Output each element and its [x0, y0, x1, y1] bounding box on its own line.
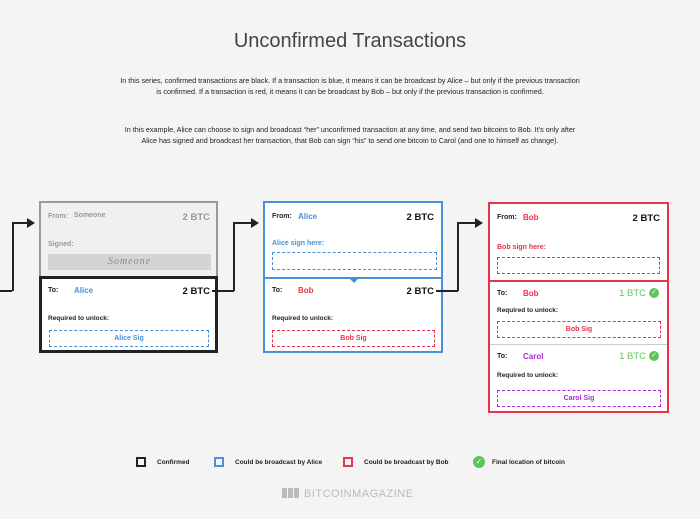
required-label: Required to unlock:	[497, 307, 559, 314]
divider-notch	[348, 277, 360, 283]
carol-sig-box: Carol Sig	[497, 390, 661, 407]
alice-sign-field[interactable]	[272, 252, 437, 270]
legend-bob-swatch	[343, 457, 353, 467]
legend-confirmed-swatch	[136, 457, 146, 467]
required-label: Required to unlock:	[272, 315, 334, 322]
from-amount: 2 BTC	[406, 212, 434, 223]
to-label: To:	[497, 353, 508, 360]
sign-here-label: Alice sign here:	[272, 240, 325, 247]
to-amount: 1 BTC	[619, 288, 646, 299]
check-icon: ✓	[649, 351, 659, 362]
amount-wrap: 1 BTC ✓	[619, 288, 659, 299]
legend-bob: Could be broadcast by Bob	[364, 459, 449, 466]
legend-alice: Could be broadcast by Alice	[235, 459, 323, 466]
from-label: From:	[497, 214, 517, 221]
signed-label: Signed:	[48, 241, 74, 248]
legend-alice-swatch	[214, 457, 224, 467]
bob-sig-box: Bob Sig	[272, 330, 435, 347]
from-label: From:	[272, 213, 292, 220]
amount-wrap: 1 BTC ✓	[619, 351, 659, 362]
tx1-input-card: From: Someone 2 BTC Signed: Someone	[39, 201, 218, 279]
alice-sig-box: Alice Sig	[49, 330, 209, 347]
intro-paragraph-1: In this series, confirmed transactions a…	[120, 76, 580, 96]
from-label: From:	[48, 213, 68, 220]
to-name: Alice	[74, 286, 94, 295]
from-name: Someone	[74, 212, 106, 219]
to-name: Bob	[523, 289, 539, 298]
tx3-card: From: Bob 2 BTC Bob sign here: To: Bob 1…	[488, 202, 669, 413]
check-icon: ✓	[473, 456, 485, 468]
legend-final: Final location of bitcoin	[492, 459, 565, 466]
required-label: Required to unlock:	[497, 372, 559, 379]
to-label: To:	[497, 290, 508, 297]
bob-sign-field[interactable]	[497, 257, 660, 274]
to-amount: 2 BTC	[406, 286, 434, 297]
to-amount: 1 BTC	[619, 351, 646, 362]
to-amount: 2 BTC	[182, 286, 210, 297]
page-title: Unconfirmed Transactions	[233, 30, 467, 52]
to-label: To:	[272, 287, 283, 294]
from-amount: 2 BTC	[632, 213, 660, 224]
signature-field: Someone	[48, 254, 211, 270]
legend-confirmed: Confirmed	[157, 459, 190, 466]
check-icon: ✓	[649, 288, 659, 299]
intro-paragraph-2: In this example, Alice can choose to sig…	[124, 125, 576, 145]
from-name: Alice	[298, 212, 318, 221]
required-label: Required to unlock:	[48, 315, 110, 322]
brand-part2: MAGAZINE	[352, 488, 414, 500]
divider	[490, 280, 667, 282]
brand-logo: BITCOINMAGAZINE	[282, 488, 414, 502]
brand-part1: BITCOIN	[304, 488, 353, 500]
to-name: Bob	[298, 286, 314, 295]
to-name: Carol	[523, 352, 544, 361]
from-amount: 2 BTC	[182, 212, 210, 223]
tx2-card: From: Alice 2 BTC Alice sign here: To: B…	[263, 201, 443, 353]
divider	[490, 344, 667, 345]
sign-here-label: Bob sign here:	[497, 244, 547, 251]
bob-sig-box: Bob Sig	[497, 321, 661, 338]
to-label: To:	[48, 287, 59, 294]
tx1-output-card: To: Alice 2 BTC Required to unlock: Alic…	[39, 276, 218, 353]
from-name: Bob	[523, 213, 539, 222]
